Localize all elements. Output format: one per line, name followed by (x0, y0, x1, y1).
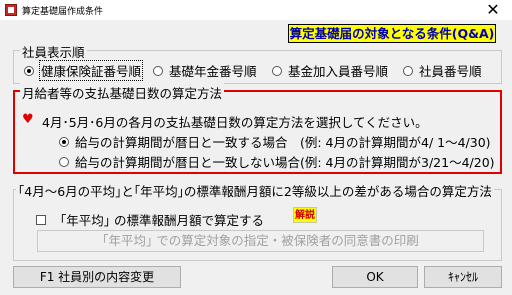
qa-button[interactable]: 算定基礎届の対象となる条件(Q&A) (288, 24, 496, 43)
heart-icon: ♥ (22, 112, 34, 127)
order-option-fund-member[interactable]: 基金加入員番号順 (272, 61, 388, 80)
checkbox-icon (36, 214, 46, 225)
employee-order-group: 社員表示順 健康保険証番号順 基礎年金番号順 基金加入員番号順 社員番号順 (13, 42, 502, 84)
radio-label: 給与の計算期間が暦日と一致する場合 (例: 4月の計算期間が4/ 1～4/30) (75, 135, 491, 150)
difference-legend: ｢4月～6月の平均｣と｢年平均｣の標準報酬月額に2等級以上の差がある場合の算定方… (16, 181, 494, 200)
radio-icon (59, 156, 69, 167)
radio-label: 給与の計算期間が暦日と一致しない場合(例: 4月の計算期間が3/21～4/20) (75, 155, 495, 170)
window-title: 算定基礎届作成条件 (22, 7, 104, 17)
radio-icon (24, 65, 34, 76)
radio-icon (403, 65, 413, 76)
calendar-mismatch-option[interactable]: 給与の計算期間が暦日と一致しない場合(例: 4月の計算期間が3/21～4/20) (59, 152, 495, 171)
dialog-client: 算定基礎届の対象となる条件(Q&A) 社員表示順 健康保険証番号順 基礎年金番号… (0, 20, 512, 295)
radio-icon (272, 65, 282, 76)
order-option-employee-number[interactable]: 社員番号順 (403, 61, 482, 80)
employee-order-legend: 社員表示順 (20, 42, 87, 61)
annual-average-checkbox[interactable]: ｢年平均｣ の標準報酬月額で算定する (36, 210, 264, 229)
radio-icon (153, 65, 163, 76)
ok-button[interactable]: OK (332, 266, 418, 288)
print-consent-button: ｢年平均｣ での算定対象の指定・被保険者の同意書の印刷 (37, 230, 484, 252)
cancel-button[interactable]: ｷｬﾝｾﾙ (424, 266, 502, 288)
order-option-basic-pension[interactable]: 基礎年金番号順 (153, 61, 257, 80)
payment-days-legend: 月給者等の支払基礎日数の算定方法 (20, 83, 225, 102)
payment-days-note: 4月･5月･6月の各月の支払基礎日数の算定方法を選択してください。 (42, 115, 428, 130)
radio-label: 基礎年金番号順 (169, 64, 257, 79)
app-icon (5, 4, 17, 16)
radio-label: 社員番号順 (419, 64, 482, 79)
close-icon[interactable]: ✕ (478, 1, 508, 19)
f1-edit-per-employee-button[interactable]: F1 社員別の内容変更 (13, 266, 181, 288)
calendar-match-option[interactable]: 給与の計算期間が暦日と一致する場合 (例: 4月の計算期間が4/ 1～4/30) (59, 132, 491, 151)
title-bar: 算定基礎届作成条件 ✕ (0, 0, 512, 20)
order-option-health-insurance[interactable]: 健康保険証番号順 (24, 60, 144, 81)
payment-days-group: 月給者等の支払基礎日数の算定方法 ♥ 4月･5月･6月の各月の支払基礎日数の算定… (13, 83, 502, 174)
radio-icon (59, 136, 69, 147)
radio-label: 健康保険証番号順 (38, 60, 144, 81)
explain-button[interactable]: 解説 (293, 207, 317, 223)
radio-label: 基金加入員番号順 (288, 64, 389, 79)
checkbox-label: ｢年平均｣ の標準報酬月額で算定する (60, 213, 264, 228)
